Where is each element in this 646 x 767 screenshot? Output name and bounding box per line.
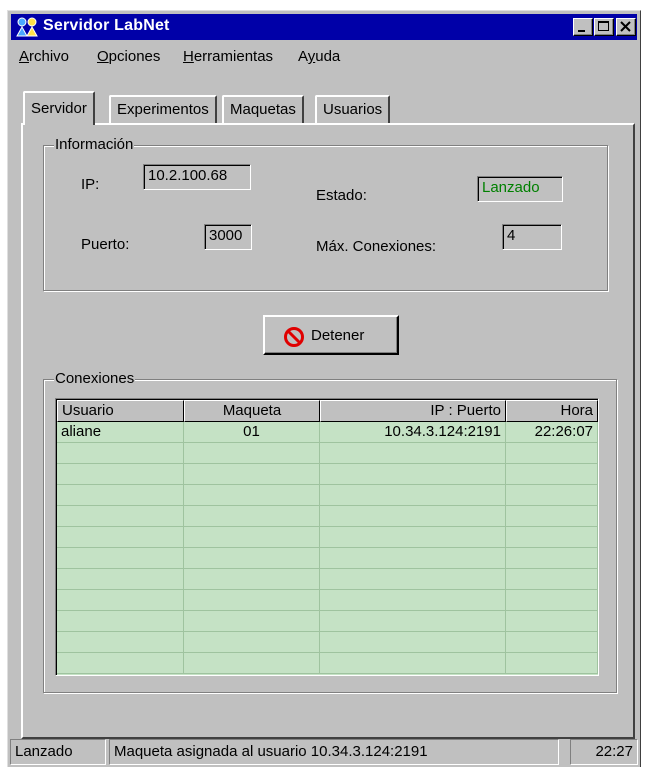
column-header-hora[interactable]: Hora xyxy=(506,400,598,422)
close-icon xyxy=(620,21,631,32)
connections-legend: Conexiones xyxy=(54,370,136,387)
tab-panel-servidor: Información IP: 10.2.100.68 Puerto: 3000… xyxy=(21,123,635,739)
tab-experimentos[interactable]: Experimentos xyxy=(109,95,217,125)
stop-button-label: Detener xyxy=(311,327,365,344)
cell-ip-puerto: 10.34.3.124:2191 xyxy=(320,422,506,442)
empty-row xyxy=(57,485,598,506)
info-legend: Información xyxy=(54,136,135,153)
tab-servidor[interactable]: Servidor xyxy=(23,91,95,125)
port-field: 3000 xyxy=(204,224,252,250)
max-connections-label: Máx. Conexiones: xyxy=(316,238,437,255)
menu-archivo[interactable]: Archivo xyxy=(19,48,69,65)
empty-row xyxy=(57,632,598,653)
close-button[interactable] xyxy=(616,18,636,36)
stop-button[interactable]: Detener xyxy=(263,315,399,355)
stop-icon xyxy=(284,327,304,347)
list-header: Usuario Maqueta IP : Puerto Hora xyxy=(57,400,598,422)
title-bar[interactable]: Servidor LabNet xyxy=(11,14,637,40)
state-field: Lanzado xyxy=(477,176,563,202)
connections-group: Conexiones Usuario Maqueta IP : Puerto H… xyxy=(43,370,617,693)
port-label: Puerto: xyxy=(81,236,130,253)
list-rows: aliane 01 10.34.3.124:2191 22:26:07 xyxy=(57,422,598,674)
empty-row xyxy=(57,464,598,485)
maximize-icon xyxy=(598,21,609,31)
empty-row xyxy=(57,506,598,527)
empty-row xyxy=(57,443,598,464)
empty-row xyxy=(57,653,598,674)
ip-field: 10.2.100.68 xyxy=(143,164,251,190)
minimize-icon xyxy=(578,30,585,32)
tab-maquetas[interactable]: Maquetas xyxy=(222,95,304,125)
status-bar: Lanzado Maqueta asignada al usuario 10.3… xyxy=(10,739,640,765)
tab-usuarios[interactable]: Usuarios xyxy=(315,95,391,125)
maximize-button[interactable] xyxy=(594,18,614,36)
connections-list[interactable]: Usuario Maqueta IP : Puerto Hora aliane … xyxy=(55,398,599,676)
cell-usuario: aliane xyxy=(57,422,184,442)
empty-row xyxy=(57,527,598,548)
empty-row xyxy=(57,590,598,611)
column-header-usuario[interactable]: Usuario xyxy=(57,400,184,422)
cell-maqueta: 01 xyxy=(184,422,320,442)
status-state: Lanzado xyxy=(10,739,106,765)
window-title: Servidor LabNet xyxy=(43,17,170,34)
empty-row xyxy=(57,611,598,632)
menu-herramientas[interactable]: Herramientas xyxy=(183,48,273,65)
column-header-ip-puerto[interactable]: IP : Puerto xyxy=(320,400,506,422)
ip-label: IP: xyxy=(81,176,100,193)
empty-row xyxy=(57,548,598,569)
column-header-maqueta[interactable]: Maqueta xyxy=(184,400,320,422)
status-clock: 22:27 xyxy=(570,739,638,765)
menu-opciones[interactable]: Opciones xyxy=(97,48,160,65)
state-label: Estado: xyxy=(316,187,367,204)
table-row[interactable]: aliane 01 10.34.3.124:2191 22:26:07 xyxy=(57,422,598,443)
max-connections-field: 4 xyxy=(502,224,562,250)
cell-hora: 22:26:07 xyxy=(506,422,598,442)
menu-ayuda[interactable]: Ayuda xyxy=(298,48,340,65)
minimize-button[interactable] xyxy=(573,18,593,36)
info-group: Información IP: 10.2.100.68 Puerto: 3000… xyxy=(43,136,608,291)
app-window: Servidor LabNet Archivo Opciones Herrami… xyxy=(7,10,641,767)
empty-row xyxy=(57,569,598,590)
labnet-app-icon[interactable] xyxy=(15,16,39,38)
status-message: Maqueta asignada al usuario 10.34.3.124:… xyxy=(109,739,559,765)
